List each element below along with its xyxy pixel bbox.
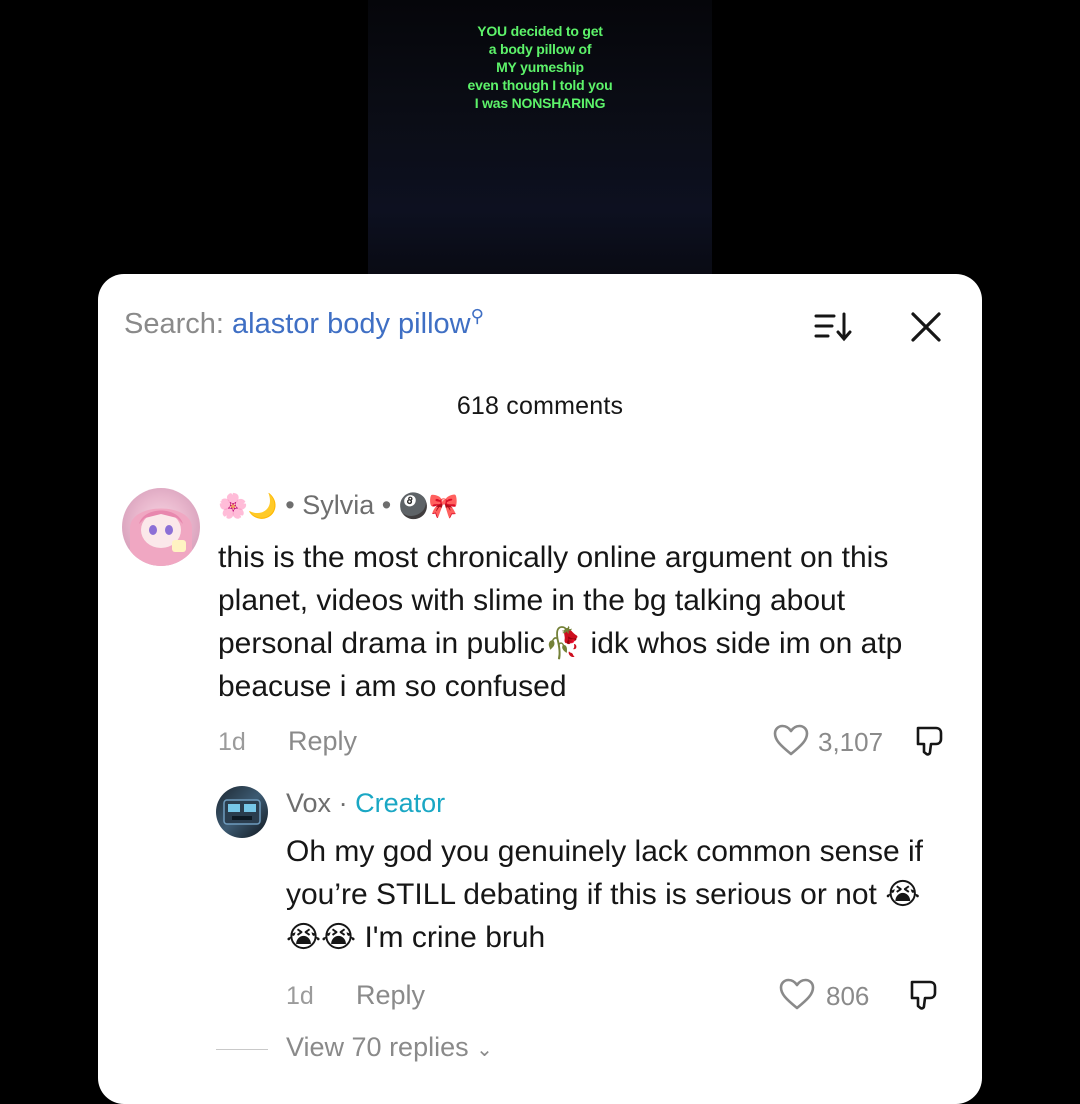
like-heart-icon[interactable] <box>778 977 816 1011</box>
chevron-down-icon: ⌄ <box>476 1039 493 1061</box>
comment-author[interactable]: 🌸🌙 • Sylvia • 🎱🎀 <box>218 490 459 521</box>
avatar-image <box>223 799 261 825</box>
close-icon[interactable] <box>908 310 944 344</box>
replies-divider <box>216 1049 268 1050</box>
view-replies-button[interactable]: View 70 replies ⌄ <box>286 1032 493 1063</box>
view-replies-label: View 70 replies <box>286 1032 469 1062</box>
separator-dot: • <box>381 490 392 520</box>
reply-button[interactable]: Reply <box>356 980 425 1011</box>
comment-author[interactable]: Vox · Creator <box>286 788 445 819</box>
like-heart-icon[interactable] <box>772 723 810 757</box>
caption-line: MY yumeship <box>496 59 584 75</box>
creator-badge: Creator <box>355 788 446 818</box>
like-count: 806 <box>826 981 870 1011</box>
avatar[interactable] <box>216 786 268 838</box>
caption-line: I was NONSHARING <box>474 95 606 111</box>
video-caption: YOU decided to get a body pillow of MY y… <box>430 22 650 112</box>
separator-dot: · <box>338 788 348 818</box>
caption-line: YOU decided to get <box>477 23 603 39</box>
author-prefix-emoji: 🌸🌙 <box>218 493 278 520</box>
comment-text: Oh my god you genuinely lack common sens… <box>286 835 923 954</box>
search-prefix: Search: <box>124 308 224 340</box>
comment-text: this is the most chronically online argu… <box>218 541 903 703</box>
author-name: Vox <box>286 788 332 818</box>
caption-line: even though I told you <box>467 77 613 93</box>
comment-age: 1d <box>286 982 314 1010</box>
sort-icon[interactable] <box>814 310 854 344</box>
dislike-icon[interactable] <box>912 723 948 759</box>
dislike-icon[interactable] <box>906 977 942 1013</box>
search-suggestion[interactable]: Search: alastor body pillow⚲ <box>124 306 484 341</box>
avatar-image <box>130 508 192 566</box>
like-count: 3,107 <box>818 727 884 757</box>
search-term-link[interactable]: alastor body pillow <box>232 308 471 340</box>
comment-count: 618 comments <box>456 392 624 420</box>
caption-line: a body pillow of <box>488 41 592 57</box>
search-magnifier-icon: ⚲ <box>470 306 484 326</box>
author-name: Sylvia <box>302 490 375 520</box>
comment-age: 1d <box>218 728 246 756</box>
author-suffix-emoji: 🎱🎀 <box>398 493 459 520</box>
comments-panel: Search: alastor body pillow⚲ 618 comment… <box>98 274 982 1104</box>
reply-button[interactable]: Reply <box>288 726 357 757</box>
separator-dot: • <box>285 490 295 520</box>
avatar[interactable] <box>122 488 200 566</box>
